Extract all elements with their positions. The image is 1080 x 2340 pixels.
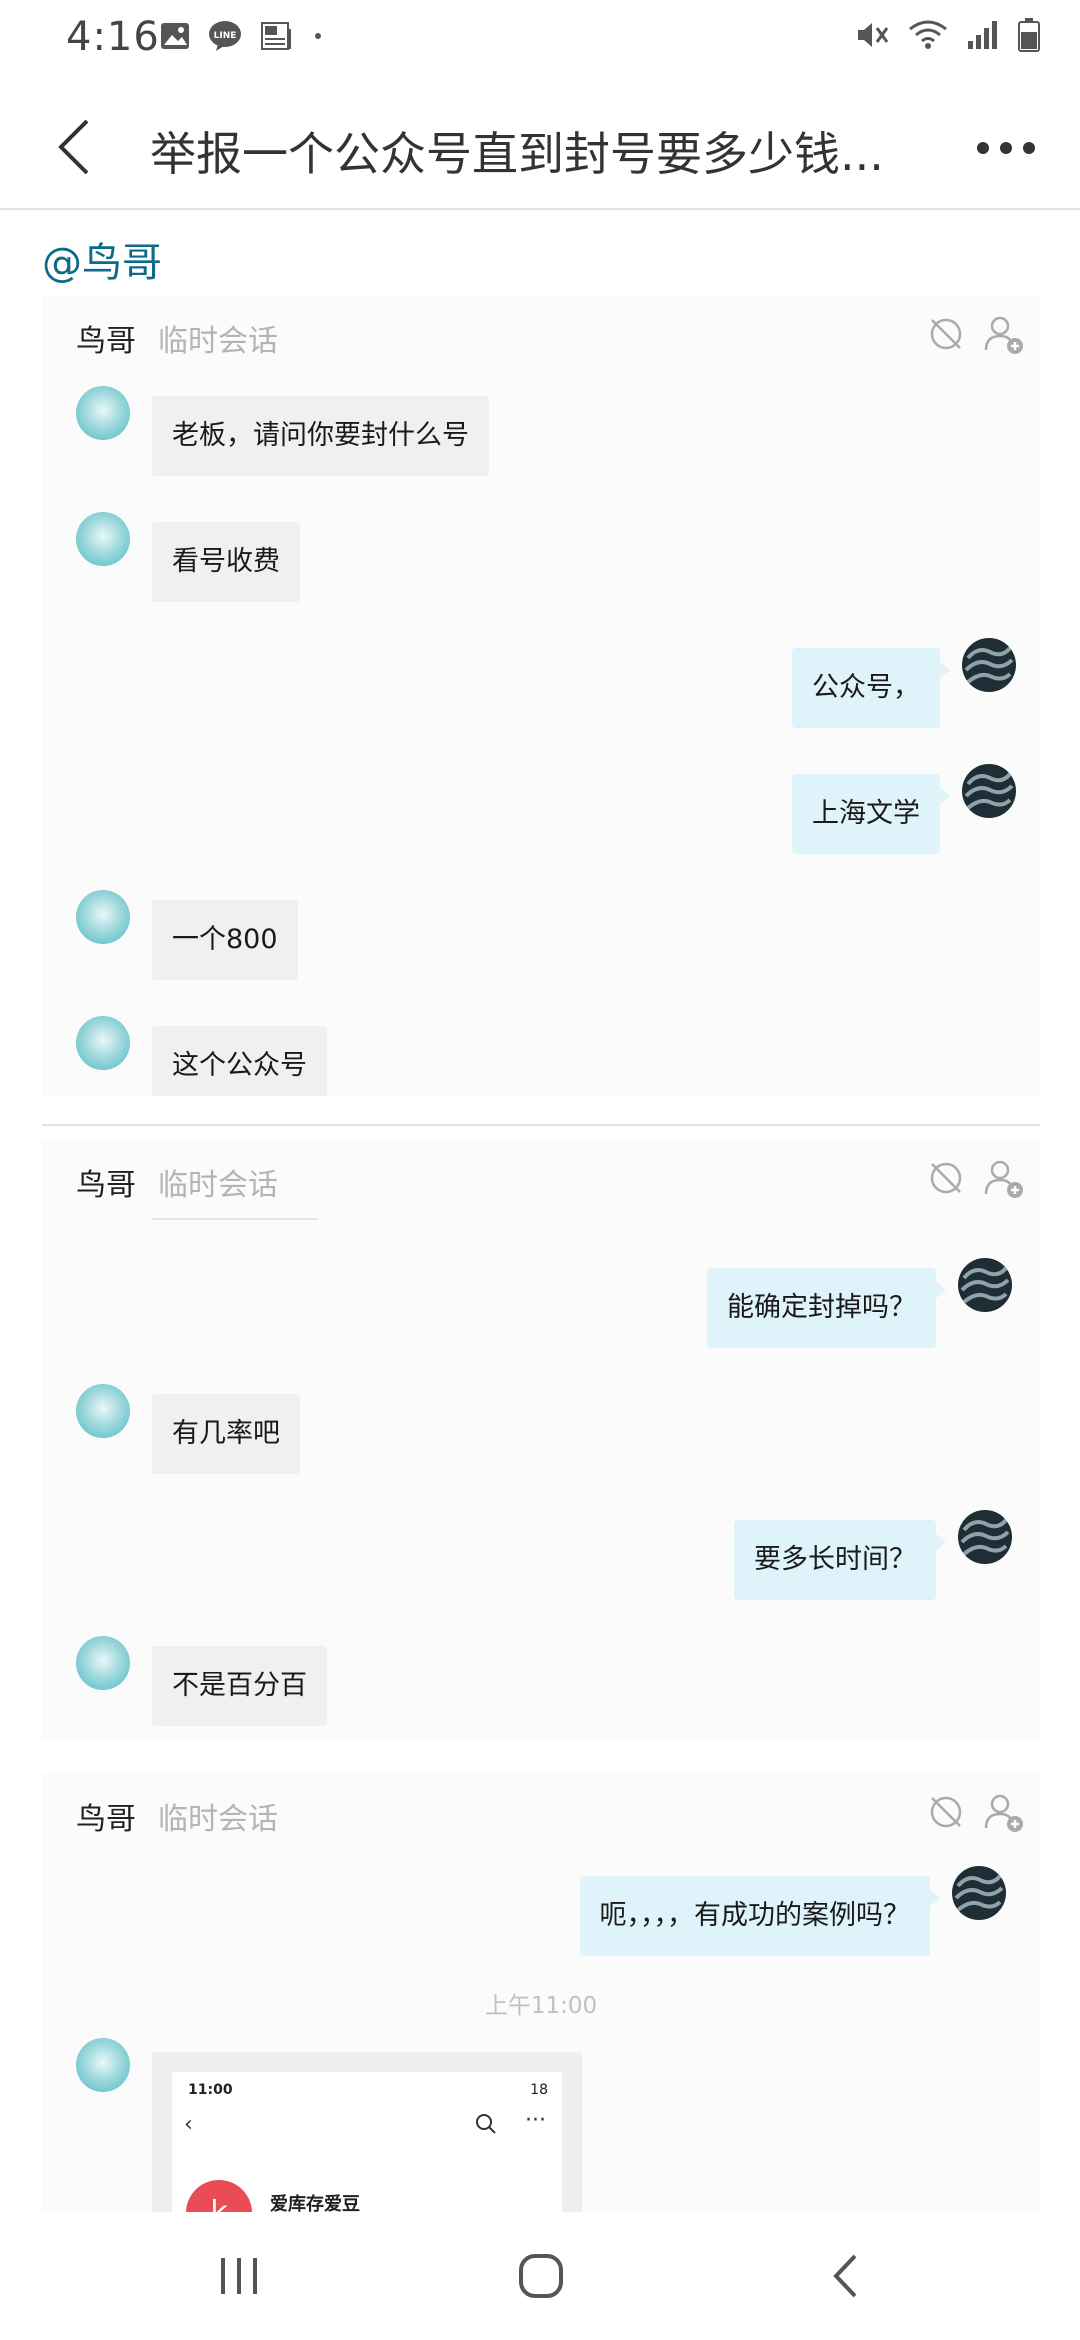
contact-avatar — [76, 1636, 130, 1690]
card-header: 鸟哥 临时会话 — [42, 1140, 1040, 1220]
my-avatar — [962, 764, 1016, 818]
wifi-icon — [909, 20, 947, 49]
more-button[interactable] — [968, 118, 1044, 178]
more-horizontal-icon — [977, 142, 1035, 154]
preview-more-icon: ··· — [525, 2108, 546, 2133]
recent-apps-icon — [221, 2258, 257, 2294]
card-divider — [42, 1124, 1040, 1126]
wave-avatar-icon — [960, 1518, 1010, 1556]
mute-icon — [858, 23, 889, 47]
message-bubble: 能确定封掉吗？ — [707, 1268, 946, 1348]
chat-screenshot-card: 鸟哥 临时会话 呃，，，，有成功的案例吗？ 上午11:00 11:00 18 ‹… — [42, 1774, 1040, 2212]
my-avatar — [952, 1866, 1006, 1920]
dot-icon — [315, 33, 321, 39]
add-user-icon[interactable] — [982, 1156, 1026, 1200]
svg-text:LINE: LINE — [214, 31, 237, 41]
preview-back-icon: ‹ — [184, 2112, 193, 2137]
page-title: 举报一个公众号直到封号要多少钱... — [150, 127, 884, 181]
preview-account-name: 爱库存爱豆 — [270, 2194, 360, 2212]
chat-screenshot-card: 鸟哥 临时会话 老板，请问你要封什么号 看号收费 公众号， 上海文学 一个800… — [42, 296, 1040, 1096]
back-button[interactable] — [44, 114, 104, 180]
chat-screen: 4:16 LINE 举报一个公众号直到封号要多少钱... @鸟哥 鸟哥 临时会话… — [0, 0, 1080, 2340]
contact-avatar — [76, 1384, 130, 1438]
card-header: 鸟哥 临时会话 — [42, 1774, 1040, 1854]
mute-notification-icon[interactable] — [926, 314, 966, 354]
home-button[interactable] — [496, 2246, 586, 2306]
preview-status: 18 — [530, 2082, 548, 2098]
session-tag: 临时会话 — [158, 1802, 278, 1837]
back-icon — [833, 2254, 857, 2298]
preview-search-icon — [476, 2114, 496, 2134]
line-app-icon: LINE — [209, 21, 241, 51]
image-message[interactable]: 11:00 18 ‹ ··· k 爱库存爱豆 — [152, 2052, 582, 2212]
message-bubble: 呃，，，，有成功的案例吗？ — [579, 1876, 940, 1956]
message-bubble: 有几率吧 — [152, 1394, 300, 1474]
add-user-icon[interactable] — [982, 1790, 1026, 1834]
contact-name: 鸟哥 — [76, 1802, 136, 1837]
status-system-icons — [854, 18, 1040, 52]
status-bar: 4:16 LINE — [0, 0, 1080, 84]
wave-avatar-icon — [960, 1266, 1010, 1304]
battery-icon — [1018, 18, 1040, 52]
home-icon — [519, 2254, 563, 2298]
tag-underline — [152, 1218, 318, 1220]
app-bar: 举报一个公众号直到封号要多少钱... — [0, 84, 1080, 210]
gallery-icon — [161, 23, 189, 49]
contact-avatar — [76, 386, 130, 440]
message-bubble: 看号收费 — [152, 522, 300, 602]
message-timestamp: 上午11:00 — [484, 1993, 598, 2019]
session-tag: 临时会话 — [158, 324, 278, 359]
contact-avatar — [76, 890, 130, 944]
image-preview: 11:00 18 ‹ ··· k 爱库存爱豆 — [172, 2072, 562, 2212]
system-nav-bar — [0, 2212, 1080, 2340]
recent-apps-button[interactable] — [194, 2246, 284, 2306]
wave-avatar-icon — [964, 772, 1014, 810]
my-avatar — [958, 1258, 1012, 1312]
preview-account-logo: k — [186, 2180, 252, 2212]
message-bubble: 这个公众号 — [152, 1026, 327, 1096]
news-icon — [261, 22, 291, 50]
chevron-left-icon — [58, 119, 89, 175]
message-bubble: 一个800 — [152, 900, 298, 980]
status-notification-icons: LINE — [160, 20, 324, 52]
mute-notification-icon[interactable] — [926, 1158, 966, 1198]
message-bubble: 要多长时间？ — [734, 1520, 946, 1600]
contact-avatar — [76, 512, 130, 566]
message-bubble: 不是百分百 — [152, 1646, 327, 1726]
nav-back-button[interactable] — [800, 2246, 890, 2306]
preview-time: 11:00 — [188, 2082, 233, 2098]
session-tag: 临时会话 — [158, 1168, 278, 1203]
contact-avatar — [76, 1016, 130, 1070]
contact-avatar — [76, 2038, 130, 2092]
wave-avatar-icon — [964, 646, 1014, 684]
message-bubble: 公众号， — [792, 648, 950, 728]
mention-link[interactable]: @鸟哥 — [42, 230, 162, 288]
my-avatar — [962, 638, 1016, 692]
message-bubble: 老板，请问你要封什么号 — [152, 396, 489, 476]
message-bubble: 上海文学 — [792, 774, 950, 854]
contact-name: 鸟哥 — [76, 324, 136, 359]
wave-avatar-icon — [954, 1874, 1004, 1912]
status-time: 4:16 — [66, 14, 160, 60]
contact-name: 鸟哥 — [76, 1168, 136, 1203]
my-avatar — [958, 1510, 1012, 1564]
card-header: 鸟哥 临时会话 — [42, 296, 1040, 376]
add-user-icon[interactable] — [982, 312, 1026, 356]
signal-icon — [968, 21, 997, 49]
chat-screenshot-card: 鸟哥 临时会话 能确定封掉吗？ 有几率吧 要多长时间？ 不是百分百 — [42, 1140, 1040, 1740]
mute-notification-icon[interactable] — [926, 1792, 966, 1832]
